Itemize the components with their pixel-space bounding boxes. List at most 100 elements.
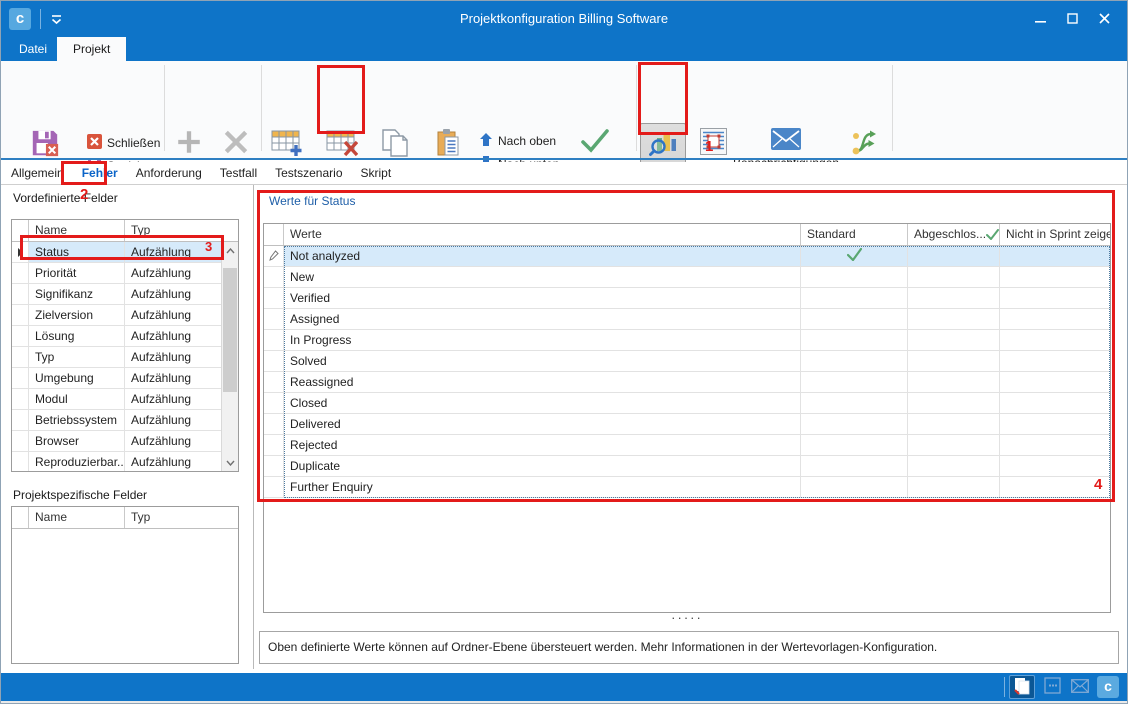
column-header-werte[interactable]: Werte xyxy=(284,224,801,245)
statusbar-data-views-button[interactable] xyxy=(1009,675,1035,699)
table-row[interactable]: Duplicate xyxy=(264,456,1110,477)
abgeschlossen-cell xyxy=(908,477,1000,497)
horizontal-splitter-handle[interactable]: ····· xyxy=(263,613,1111,627)
row-marker-cell xyxy=(12,263,29,283)
tab-fehler[interactable]: Fehler xyxy=(82,166,118,180)
table-row[interactable]: SignifikanzAufzählung xyxy=(12,284,221,305)
value-name-cell: Reassigned xyxy=(284,372,801,392)
row-marker-cell xyxy=(264,435,284,455)
field-type-cell: Aufzählung xyxy=(125,452,221,471)
arrow-up-icon xyxy=(479,132,493,150)
row-marker-cell xyxy=(264,456,284,476)
mail-icon xyxy=(771,128,801,153)
table-row[interactable]: StatusAufzählung xyxy=(12,242,221,263)
table-row[interactable]: UmgebungAufzählung xyxy=(12,368,221,389)
column-header-name[interactable]: Name xyxy=(29,507,125,528)
statusbar-app-logo-icon[interactable]: c xyxy=(1097,676,1119,698)
close-project-button[interactable]: Schließen xyxy=(87,133,160,153)
sprint-cell xyxy=(1000,393,1110,413)
field-type-cell: Aufzählung xyxy=(125,326,221,346)
table-row[interactable]: ZielversionAufzählung xyxy=(12,305,221,326)
table-row[interactable]: ModulAufzählung xyxy=(12,389,221,410)
copy-icon xyxy=(381,128,409,161)
project-specific-fields-title: Projektspezifische Felder xyxy=(13,488,147,502)
field-name-cell: Status xyxy=(29,242,125,262)
statusbar-design-button[interactable] xyxy=(1039,675,1065,699)
scroll-down-icon[interactable] xyxy=(222,454,238,471)
abgeschlossen-label: Abgeschlos... xyxy=(914,227,986,241)
row-marker-cell xyxy=(264,414,284,434)
column-header-standard[interactable]: Standard xyxy=(801,224,908,245)
column-header-name[interactable]: Name xyxy=(29,220,125,241)
value-name-cell: Not analyzed xyxy=(284,246,801,266)
value-name-cell: Duplicate xyxy=(284,456,801,476)
row-marker-cell xyxy=(264,267,284,287)
tab-allgemein[interactable]: Allgemein xyxy=(11,166,64,180)
maximize-button[interactable] xyxy=(1059,5,1085,31)
value-name-cell: Rejected xyxy=(284,435,801,455)
project-specific-fields-table: Name Typ xyxy=(11,506,239,664)
value-name-cell: Verified xyxy=(284,288,801,308)
scrollbar-thumb[interactable] xyxy=(223,268,237,392)
table-row[interactable]: Further Enquiry xyxy=(264,477,1110,498)
document-tab-strip: Allgemein Fehler Anforderung Testfall Te… xyxy=(1,162,1127,185)
standard-cell xyxy=(801,456,908,476)
vertical-scrollbar[interactable] xyxy=(221,242,238,471)
tab-skript[interactable]: Skript xyxy=(361,166,392,180)
table-row[interactable]: New xyxy=(264,267,1110,288)
statusbar-notifications-button[interactable] xyxy=(1067,675,1093,699)
sprint-cell xyxy=(1000,288,1110,308)
table-row[interactable]: Verified xyxy=(264,288,1110,309)
table-row[interactable]: In Progress xyxy=(264,330,1110,351)
value-name-cell: New xyxy=(284,267,801,287)
minimize-button[interactable] xyxy=(1027,5,1053,31)
row-marker-cell xyxy=(264,351,284,371)
table-row[interactable]: LösungAufzählung xyxy=(12,326,221,347)
table-row[interactable]: Reassigned xyxy=(264,372,1110,393)
table-row[interactable]: Assigned xyxy=(264,309,1110,330)
x-icon xyxy=(222,128,250,159)
table-row[interactable]: Solved xyxy=(264,351,1110,372)
group-separator xyxy=(261,65,262,151)
edit-pencil-icon xyxy=(264,246,284,266)
ribbon-tab-datei[interactable]: Datei xyxy=(3,37,63,61)
table-row[interactable]: Reproduzierbar...Aufzählung xyxy=(12,452,221,471)
nach-oben-button[interactable]: Nach oben xyxy=(479,131,556,151)
field-name-cell: Reproduzierbar... xyxy=(29,452,125,471)
pages-icon xyxy=(1013,677,1031,698)
row-marker-cell xyxy=(264,309,284,329)
table-row[interactable]: TypAufzählung xyxy=(12,347,221,368)
tab-anforderung[interactable]: Anforderung xyxy=(136,166,202,180)
sprint-cell xyxy=(1000,477,1110,497)
column-header-typ[interactable]: Typ xyxy=(125,507,238,528)
standard-cell xyxy=(801,372,908,392)
column-header-typ[interactable]: Typ xyxy=(125,220,238,241)
close-project-label: Schließen xyxy=(107,136,160,150)
tab-testfall[interactable]: Testfall xyxy=(220,166,257,180)
tab-testszenario[interactable]: Testszenario xyxy=(275,166,342,180)
table-row[interactable]: Delivered xyxy=(264,414,1110,435)
table-row[interactable]: BetriebssystemAufzählung xyxy=(12,410,221,431)
value-name-cell: Solved xyxy=(284,351,801,371)
table-row[interactable]: Rejected xyxy=(264,435,1110,456)
close-button[interactable] xyxy=(1091,5,1117,31)
panel-splitter[interactable] xyxy=(253,185,254,669)
marker-header-cell xyxy=(264,224,284,245)
scroll-up-icon[interactable] xyxy=(222,242,238,259)
table-header: Werte Standard Abgeschlos... Nicht in Sp… xyxy=(264,224,1110,246)
ribbon-tab-projekt[interactable]: Projekt xyxy=(57,37,126,61)
statusbar-separator xyxy=(1004,677,1005,697)
mail-x-icon xyxy=(1071,679,1089,696)
table-row[interactable]: PrioritätAufzählung xyxy=(12,263,221,284)
table-row[interactable]: BrowserAufzählung xyxy=(12,431,221,452)
ribbon: Speichern & Schließen Schließen Speicher… xyxy=(1,61,1127,158)
table-row[interactable]: Not analyzed xyxy=(264,246,1110,267)
row-marker-cell xyxy=(12,431,29,451)
table-row[interactable]: Closed xyxy=(264,393,1110,414)
column-header-sprint[interactable]: Nicht in Sprint zeigen xyxy=(1000,224,1110,245)
marker-header-cell xyxy=(12,507,29,528)
plus-icon xyxy=(175,128,203,159)
sprint-cell xyxy=(1000,267,1110,287)
check-icon xyxy=(986,227,999,243)
column-header-abgeschlossen[interactable]: Abgeschlos... xyxy=(908,224,1000,245)
